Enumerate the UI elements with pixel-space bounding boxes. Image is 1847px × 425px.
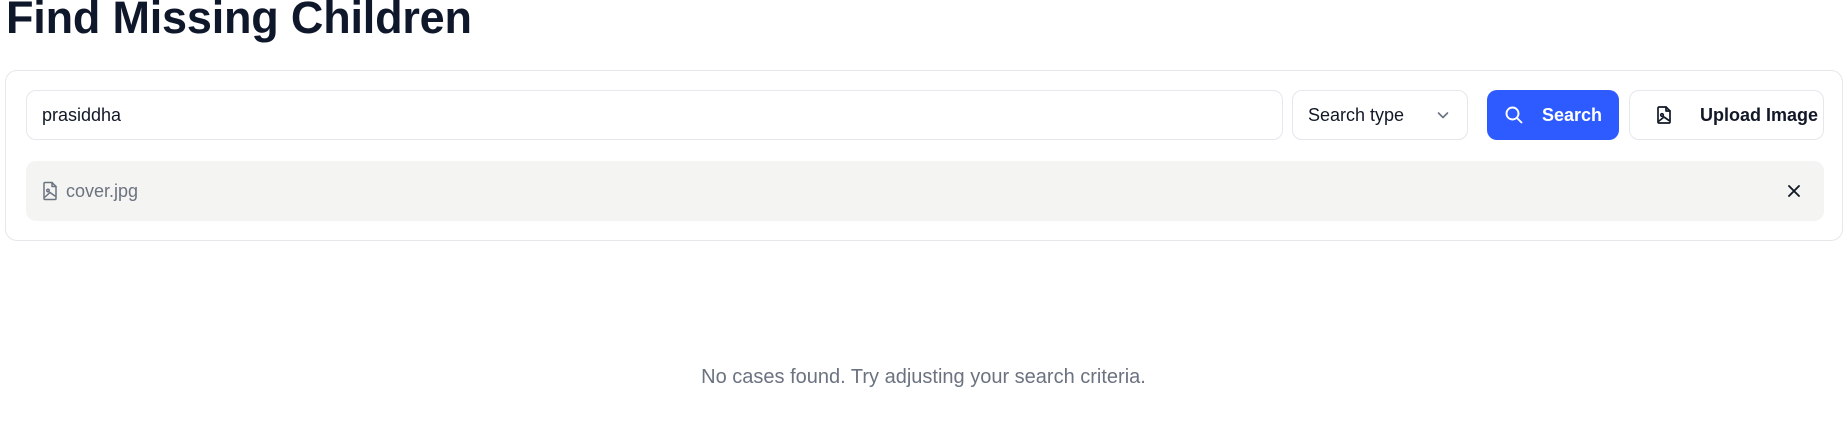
search-icon xyxy=(1504,105,1524,125)
upload-image-button[interactable]: Upload Image xyxy=(1629,90,1824,140)
attached-file: cover.jpg xyxy=(26,161,1824,221)
close-icon[interactable] xyxy=(1784,181,1804,201)
file-image-icon xyxy=(1654,105,1674,125)
empty-results-message: No cases found. Try adjusting your searc… xyxy=(701,366,1146,388)
search-button[interactable]: Search xyxy=(1487,90,1619,140)
upload-image-label: Upload Image xyxy=(1700,104,1819,125)
page-title: Find Missing Children xyxy=(6,0,472,43)
file-image-icon xyxy=(41,181,59,201)
search-panel: Search type Search Upload Image xyxy=(5,70,1843,241)
search-button-label: Search xyxy=(1541,104,1603,125)
search-type-select[interactable]: Search type xyxy=(1292,90,1468,140)
search-type-label: Search type xyxy=(1308,104,1405,125)
chevron-down-icon xyxy=(1435,107,1451,123)
attached-file-name: cover.jpg xyxy=(66,181,139,201)
search-input[interactable] xyxy=(26,90,1283,140)
